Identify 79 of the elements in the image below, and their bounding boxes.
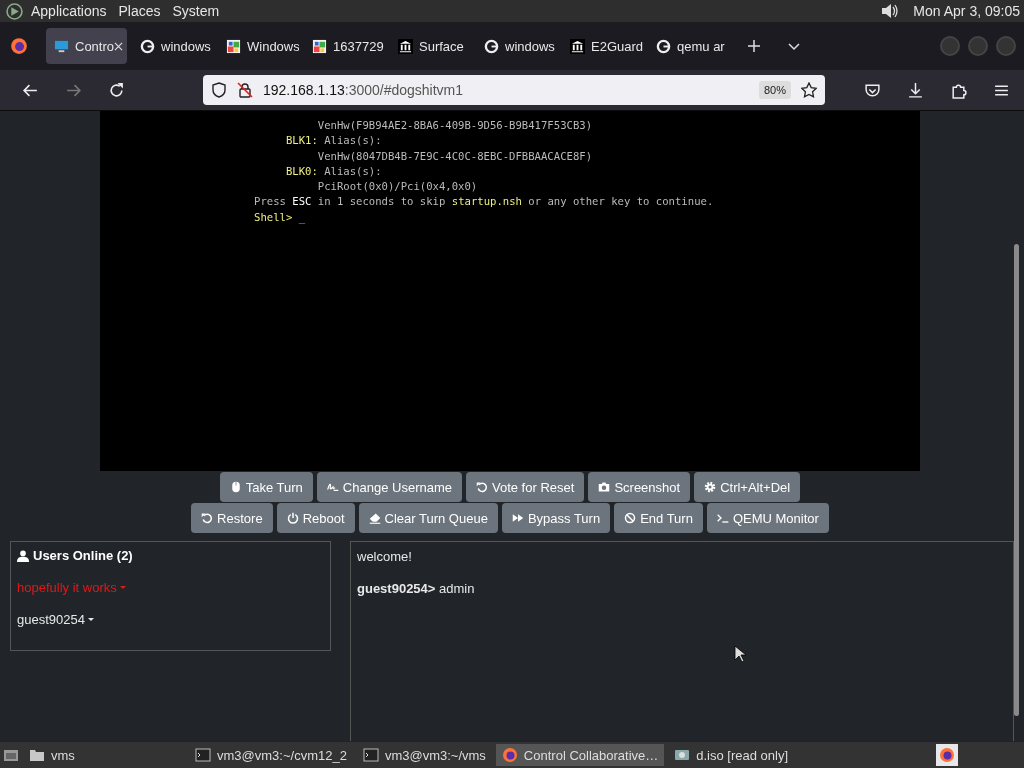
browser-tab[interactable]: Surface — [390, 28, 471, 64]
plus-icon[interactable] — [746, 38, 762, 54]
user-icon — [17, 549, 29, 562]
terminal-line: BLK0: Alias(s): — [284, 163, 383, 179]
browser-tab[interactable]: windows — [476, 28, 557, 64]
toolbar-button[interactable]: Screenshot — [588, 472, 691, 502]
star-icon[interactable] — [801, 82, 817, 98]
google-icon — [656, 38, 671, 54]
terminal-line: BLK1: Alias(s): — [284, 133, 383, 149]
panel-menu[interactable]: Places — [118, 3, 161, 19]
browser-tab[interactable]: Contro — [46, 28, 127, 64]
firefox-icon[interactable] — [10, 37, 28, 55]
terminal-line: Shell> _ — [254, 209, 307, 226]
terminal-icon — [362, 747, 379, 763]
browser-tab[interactable]: Windows — [218, 28, 299, 64]
power-icon — [286, 512, 299, 524]
browser-tab[interactable]: E2Guard — [562, 28, 643, 64]
panel-menu[interactable]: System — [172, 3, 220, 19]
distro-logo-icon[interactable] — [6, 2, 23, 20]
caret-icon — [87, 618, 94, 621]
tile-icon — [226, 38, 241, 54]
chat-message: guest90254> admin — [357, 581, 475, 596]
firefox-icon[interactable] — [939, 747, 955, 763]
toolbar-button[interactable]: QEMU Monitor — [706, 503, 829, 533]
tile-icon — [312, 38, 327, 54]
close-icon[interactable] — [114, 41, 124, 51]
building-icon — [570, 38, 585, 54]
firefox-icon — [501, 747, 518, 763]
address-bar[interactable]: 192.168.1.13:3000/#dogshitvm1 80% — [203, 75, 825, 105]
toolbar-button[interactable]: Reboot — [276, 503, 355, 533]
toolbar-button[interactable]: Bypass Turn — [501, 503, 611, 533]
google-icon — [140, 38, 155, 54]
zoom-level[interactable]: 80% — [758, 81, 791, 99]
panel-menu[interactable]: Applications — [31, 3, 107, 19]
scrollbar-thumb[interactable] — [1014, 244, 1019, 716]
undo-icon — [476, 481, 488, 493]
toolbar-button[interactable]: Restore — [191, 503, 273, 533]
eraser-icon — [368, 512, 381, 524]
taskbar-item[interactable]: vms — [23, 744, 185, 766]
user-entry[interactable]: guest90254 — [17, 612, 94, 627]
terminal-prompt-icon — [716, 512, 729, 524]
terminal-icon — [195, 747, 211, 763]
terminal-line: PciRoot(0x0)/Pci(0x4,0x0) — [316, 179, 479, 195]
toolbar-button[interactable]: Clear Turn Queue — [358, 503, 498, 533]
terminal-line: VenHw(8047DB4B-7E9C-4C0C-8EBC-DFBBAACACE8F) — [316, 148, 594, 164]
signature-icon — [326, 481, 339, 493]
shield-icon[interactable] — [211, 82, 227, 98]
terminal-line: Press ESC in 1 seconds to skip startup.nsh or any other key to continue. — [254, 194, 715, 210]
monitor-icon — [54, 38, 69, 54]
browser-tab[interactable]: windows — [132, 28, 213, 64]
show-desktop-icon[interactable] — [3, 747, 19, 763]
insecure-lock-icon[interactable] — [237, 82, 253, 98]
terminal-line: VenHw(F9B94AE2-8BA6-409B-9D56-B9B417F53CB3) — [316, 118, 594, 133]
toolbar-button[interactable]: Ctrl+Alt+Del — [694, 472, 801, 502]
toolbar-button[interactable]: Vote for Reset — [466, 472, 585, 502]
ban-icon — [624, 512, 637, 524]
toolbar-button[interactable]: Change Username — [316, 472, 462, 502]
taskbar-item[interactable]: vm3@vm3:~/cvm12_2 — [189, 744, 353, 766]
undo-icon — [201, 512, 214, 524]
taskbar-item[interactable]: Control Collaborative… — [495, 744, 665, 766]
caret-icon — [119, 586, 126, 589]
folder-icon — [29, 747, 45, 763]
taskbar-item[interactable]: d.iso [read only] — [668, 744, 795, 766]
toolbar-button[interactable]: End Turn — [614, 503, 703, 533]
building-icon — [398, 38, 413, 54]
camera-icon — [598, 481, 611, 493]
google-icon — [484, 38, 499, 54]
browser-tab[interactable]: qemu ar — [648, 28, 729, 64]
gear-icon — [704, 481, 717, 493]
mouse-icon — [229, 481, 242, 493]
panel-title: Users Online (2) — [33, 548, 133, 563]
mouse-pointer-icon — [734, 645, 746, 663]
fast-forward-icon — [511, 512, 524, 524]
chat-message: welcome! — [357, 549, 412, 564]
taskbar-item[interactable]: vm3@vm3:~/vms — [356, 744, 492, 766]
browser-tab[interactable]: 1637729 — [304, 28, 385, 64]
url-text: 192.168.1.13:3000/#dogshitvm1 — [263, 82, 464, 98]
clock: Mon Apr 3, 09:05 — [913, 3, 1020, 19]
toolbar-button[interactable]: Take Turn — [219, 472, 313, 502]
